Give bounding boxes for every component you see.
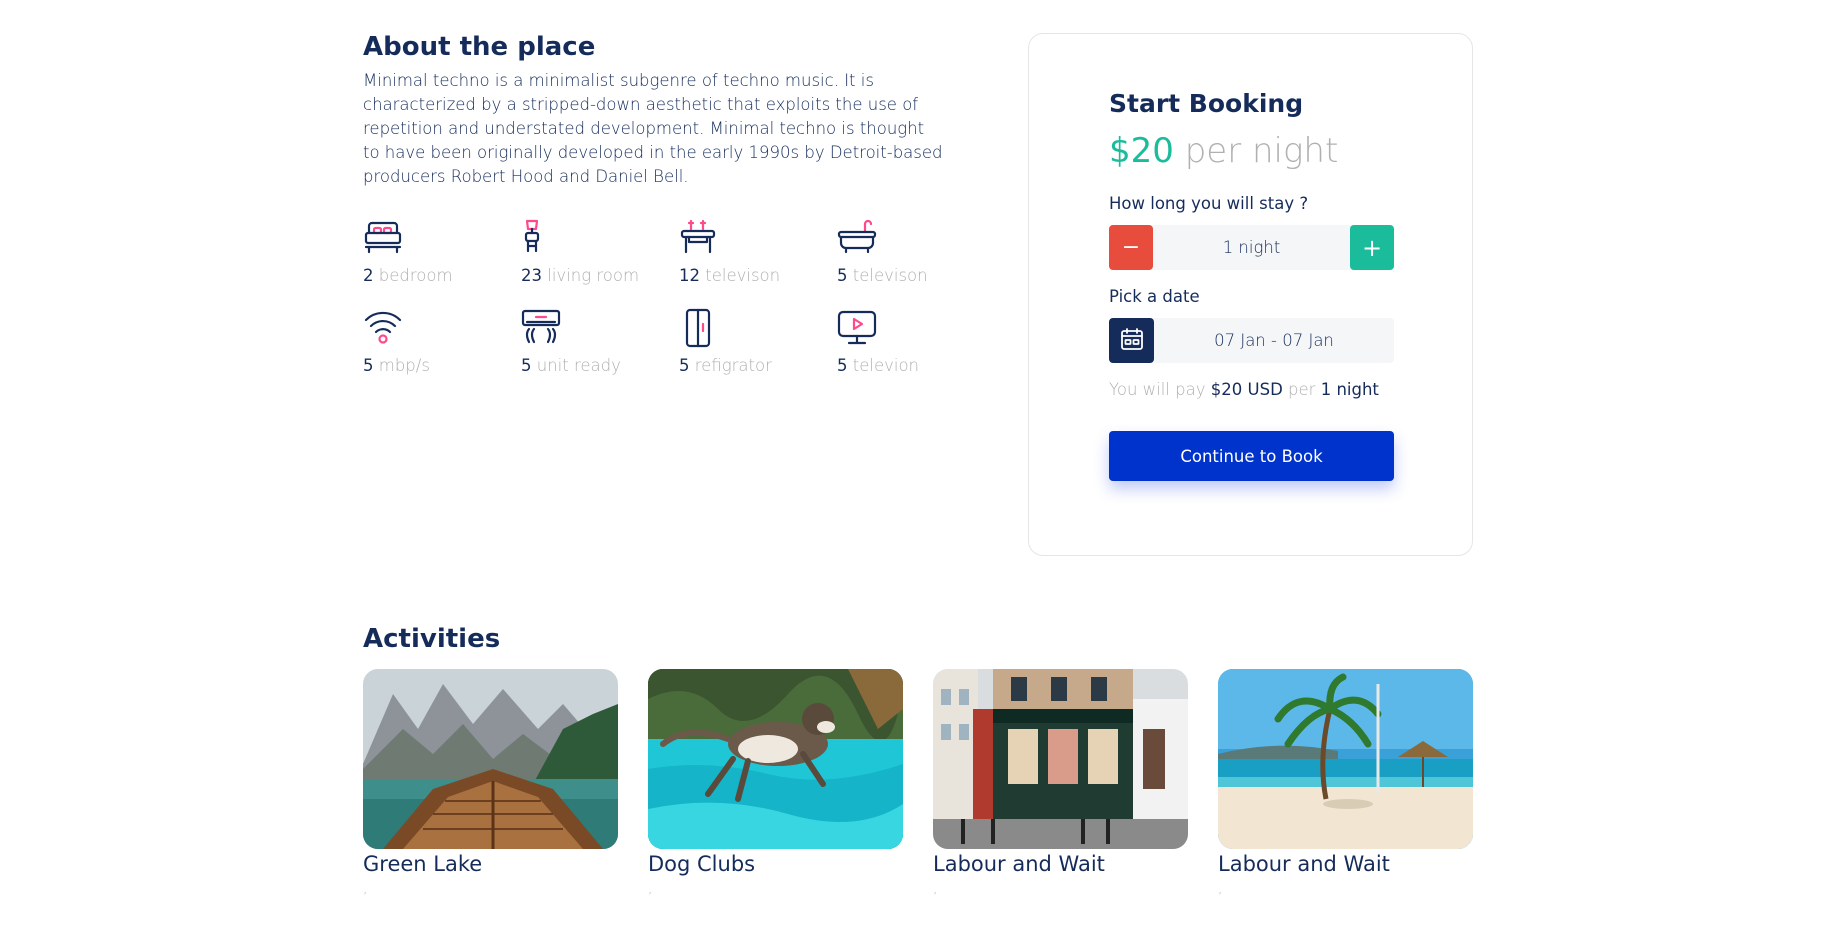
activity-subtitle: , bbox=[648, 881, 653, 897]
refrigerator-icon bbox=[679, 308, 723, 348]
about-section: About the place Minimal techno is a mini… bbox=[363, 30, 943, 189]
feature-label: mbp/s bbox=[378, 356, 430, 375]
feature-living-room: 23 living room bbox=[521, 218, 679, 286]
feature-count: 23 bbox=[521, 266, 542, 285]
activity-name: Labour and Wait bbox=[1218, 852, 1390, 876]
feature-count: 5 bbox=[521, 356, 532, 375]
dining-table-icon bbox=[679, 218, 723, 258]
feature-dining: 12 televison bbox=[679, 218, 837, 286]
about-description: Minimal techno is a minimalist subgenre … bbox=[363, 71, 943, 186]
price-amount: $20 bbox=[1109, 131, 1174, 171]
activity-card[interactable]: Dog Clubs , bbox=[648, 669, 903, 897]
price-unit: per night bbox=[1184, 131, 1339, 171]
about-title: About the place bbox=[363, 32, 596, 62]
increase-button[interactable]: + bbox=[1350, 225, 1394, 270]
continue-to-book-button[interactable]: Continue to Book bbox=[1109, 431, 1394, 481]
feature-television: 5 televion bbox=[837, 308, 995, 376]
page: About the place Minimal techno is a mini… bbox=[0, 0, 1838, 948]
feature-count: 12 bbox=[679, 266, 700, 285]
air-conditioner-icon bbox=[521, 308, 565, 348]
calendar-icon bbox=[1120, 327, 1144, 355]
stay-label: How long you will stay ? bbox=[1109, 194, 1309, 213]
feature-ac: 5 unit ready bbox=[521, 308, 679, 376]
wifi-icon bbox=[363, 308, 407, 348]
date-label: Pick a date bbox=[1109, 287, 1200, 306]
feature-bedroom: 2 bedroom bbox=[363, 218, 521, 286]
activity-image-dog[interactable] bbox=[648, 669, 903, 849]
bathtub-icon bbox=[837, 218, 881, 258]
booking-card: Start Booking $20 per night How long you… bbox=[1028, 33, 1473, 556]
activity-card[interactable]: Labour and Wait , bbox=[1218, 669, 1473, 897]
activity-image-lake[interactable] bbox=[363, 669, 618, 849]
booking-title: Start Booking bbox=[1109, 89, 1304, 118]
feature-count: 5 bbox=[679, 356, 690, 375]
activity-image-shop[interactable] bbox=[933, 669, 1188, 849]
pay-prefix: You will pay bbox=[1109, 380, 1206, 399]
feature-refrigerator: 5 refigrator bbox=[679, 308, 837, 376]
activity-subtitle: , bbox=[363, 881, 368, 897]
pay-amount: $20 USD bbox=[1210, 380, 1283, 399]
date-picker[interactable]: 07 Jan - 07 Jan bbox=[1109, 318, 1394, 363]
bed-icon bbox=[363, 218, 407, 258]
feature-label: refigrator bbox=[694, 356, 772, 375]
price: $20 per night bbox=[1109, 129, 1394, 173]
features-grid: 2 bedroom 23 living room 12 televison 5 … bbox=[363, 218, 995, 376]
payment-summary: You will pay $20 USD per 1 night bbox=[1109, 380, 1394, 400]
calendar-button[interactable] bbox=[1109, 318, 1154, 363]
feature-label: televison bbox=[852, 266, 928, 285]
feature-label: living room bbox=[547, 266, 640, 285]
activities-title: Activities bbox=[363, 624, 501, 654]
activity-subtitle: , bbox=[1218, 881, 1223, 897]
activity-name: Dog Clubs bbox=[648, 852, 756, 876]
duration-value[interactable]: 1 night bbox=[1153, 225, 1350, 270]
feature-label: unit ready bbox=[536, 356, 621, 375]
feature-count: 5 bbox=[837, 356, 848, 375]
duration-stepper: − 1 night + bbox=[1109, 225, 1394, 270]
activity-name: Green Lake bbox=[363, 852, 483, 876]
activity-card[interactable]: Green Lake , bbox=[363, 669, 618, 897]
date-range-value[interactable]: 07 Jan - 07 Jan bbox=[1154, 318, 1394, 363]
feature-wifi: 5 mbp/s bbox=[363, 308, 521, 376]
feature-count: 5 bbox=[363, 356, 374, 375]
feature-bathtub: 5 televison bbox=[837, 218, 995, 286]
activity-image-beach[interactable] bbox=[1218, 669, 1473, 849]
activity-name: Labour and Wait bbox=[933, 852, 1105, 876]
living-room-icon bbox=[521, 218, 565, 258]
feature-count: 5 bbox=[837, 266, 848, 285]
television-icon bbox=[837, 308, 881, 348]
feature-count: 2 bbox=[363, 266, 374, 285]
feature-label: televison bbox=[705, 266, 781, 285]
pay-per: per bbox=[1288, 380, 1316, 399]
feature-label: televion bbox=[852, 356, 920, 375]
pay-nights: 1 night bbox=[1320, 380, 1379, 399]
activity-subtitle: , bbox=[933, 881, 938, 897]
activities-section: Activities Green Lake , Dog Clubs , Labo… bbox=[363, 622, 1473, 897]
decrease-button[interactable]: − bbox=[1109, 225, 1153, 270]
feature-label: bedroom bbox=[378, 266, 453, 285]
activity-card[interactable]: Labour and Wait , bbox=[933, 669, 1188, 897]
